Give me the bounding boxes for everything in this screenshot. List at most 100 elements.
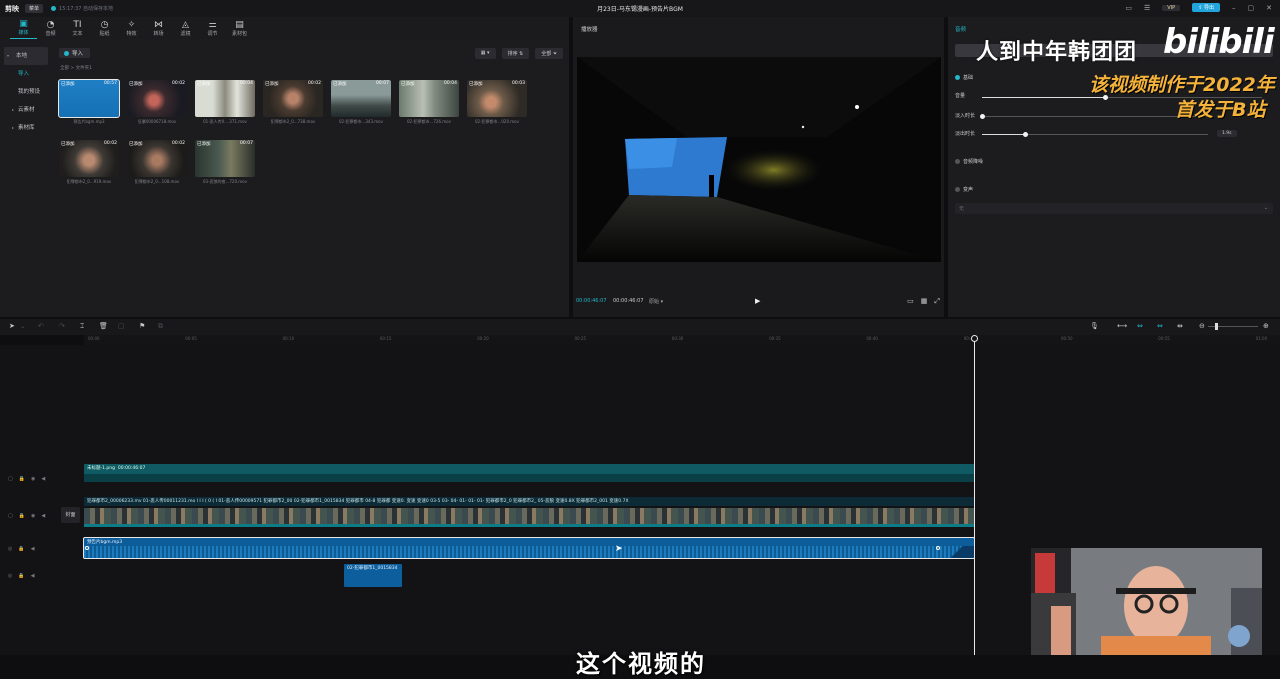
- undo-icon[interactable]: ↶: [38, 322, 44, 330]
- aspect-icon[interactable]: ▦: [921, 297, 928, 306]
- video-preview[interactable]: [577, 57, 941, 262]
- audio-clip[interactable]: 预告片bgm.mp3: [83, 537, 975, 559]
- crop-tool-icon[interactable]: ⧉: [158, 322, 163, 331]
- sidebar-item-presets[interactable]: 我的预设: [0, 83, 52, 101]
- tab-audio[interactable]: 音频: [955, 25, 966, 33]
- fade-out-knob[interactable]: [1022, 132, 1028, 137]
- lock-icon[interactable]: ◎: [8, 546, 12, 552]
- select-tool-icon[interactable]: ➤: [9, 322, 15, 330]
- zoom-slider[interactable]: [1208, 323, 1258, 330]
- media-item[interactable]: 已添加 00:57 预告片bgm.mp3: [58, 79, 120, 128]
- fade-in-handle[interactable]: [85, 546, 89, 550]
- media-item[interactable]: 已添加 00:03 02-犯罪都市...020.mov: [467, 80, 527, 128]
- cover-button[interactable]: 封面: [61, 507, 80, 523]
- basic-section[interactable]: 基础: [955, 74, 973, 81]
- layout-icon[interactable]: ▭: [1125, 4, 1132, 12]
- close-icon[interactable]: ✕: [1266, 4, 1272, 12]
- zoom-in-icon[interactable]: ⊕: [1263, 322, 1269, 330]
- video-clip-labels[interactable]: 犯罪都市2_00006233.mv 01-恶人传00011231.mo I I …: [84, 497, 975, 506]
- denoise-section[interactable]: 音频降噪: [955, 158, 983, 165]
- marker-icon[interactable]: ⚑: [139, 322, 145, 330]
- mute-icon[interactable]: ◀: [31, 546, 35, 552]
- fullscreen-icon[interactable]: ⤢: [934, 297, 940, 306]
- tool-adjust[interactable]: ⚌ 调节: [199, 17, 226, 39]
- media-item[interactable]: 已添加 00:04 01-恶人传0....371.mov: [195, 80, 255, 128]
- playhead[interactable]: [974, 337, 975, 655]
- vip-badge[interactable]: VIP: [1162, 4, 1181, 11]
- lock-icon[interactable]: 🔒: [19, 476, 25, 482]
- ratio-select[interactable]: 原始 ▾: [649, 298, 663, 305]
- redo-icon[interactable]: ↷: [59, 322, 65, 330]
- tool-effects[interactable]: ✧ 特效: [118, 17, 145, 39]
- lock-icon[interactable]: 🔒: [18, 573, 24, 579]
- fade-out-handle[interactable]: [936, 546, 940, 550]
- lock-icon[interactable]: 🔒: [19, 513, 25, 519]
- tool-package[interactable]: ▤ 素材包: [226, 17, 253, 39]
- tool-sticker[interactable]: ◷ 贴纸: [91, 17, 118, 39]
- sidebar-item-library[interactable]: ▸ 素材库: [0, 119, 52, 137]
- delete-icon[interactable]: 🗑: [99, 322, 108, 330]
- media-item[interactable]: 已添加 00:02 犯罪都市2_0...738.mov: [263, 80, 323, 128]
- eye-icon[interactable]: ◉: [31, 513, 35, 519]
- media-duration: 00:02: [172, 141, 185, 146]
- media-item[interactable]: 已添加 00:07 02-犯罪都市...343.mov: [331, 80, 391, 128]
- eye-icon[interactable]: ◉: [31, 476, 35, 482]
- zoom-knob[interactable]: [1215, 323, 1218, 330]
- bilibili-logo: bilibili: [1163, 22, 1275, 62]
- title-bar: 剪映 菜单 15:17:37 自动保存本地 月23日-马东锡漫画-预告片BGM …: [0, 0, 1280, 17]
- microphone-icon[interactable]: 🎙: [1090, 322, 1099, 330]
- fade-in-knob[interactable]: [980, 114, 985, 119]
- sort-button[interactable]: 排序 ⇅: [501, 48, 530, 59]
- secondary-audio-clip[interactable]: 02-犯罪都市1_0015834: [344, 564, 402, 587]
- media-name: 02-犯罪都市...020.mov: [475, 119, 519, 124]
- mute-icon[interactable]: ◀: [41, 513, 45, 519]
- tool-audio[interactable]: ◔ 音频: [37, 17, 64, 39]
- text-clip[interactable]: 未标题-1.png 00:00:46:07: [84, 464, 975, 474]
- sidebar-item-import[interactable]: 导入: [0, 65, 52, 83]
- minimize-icon[interactable]: –: [1232, 4, 1236, 12]
- snap-icon[interactable]: ⇔: [1157, 322, 1163, 330]
- time-ruler[interactable]: 00:00 00:05 00:10 00:15 00:20 00:25 00:30 00:35…: [84, 335, 1280, 345]
- volume-label: 音量: [955, 93, 966, 99]
- maximize-icon[interactable]: ▢: [1248, 4, 1255, 12]
- fade-out-slider[interactable]: [982, 132, 1208, 137]
- lock-icon[interactable]: 🔒: [18, 546, 24, 552]
- video-clip-strip[interactable]: [84, 508, 975, 524]
- filter-button[interactable]: 全部 ⏷: [535, 48, 563, 59]
- tool-transition[interactable]: ⋈ 转场: [145, 17, 172, 39]
- sidebar-item-local[interactable]: ▾ 本地: [4, 47, 48, 65]
- preview-axis-icon[interactable]: ⇹: [1177, 322, 1183, 330]
- lock-icon[interactable]: ◎: [8, 573, 12, 579]
- tool-media[interactable]: ▣ 媒体: [10, 17, 37, 39]
- media-item[interactable]: 已添加 00:02 犯罪都市2_0...108.mov: [127, 140, 187, 188]
- view-toggle-button[interactable]: ▦ ▾: [474, 48, 496, 59]
- crop-icon[interactable]: ▭: [907, 297, 914, 306]
- media-item[interactable]: 已添加 00:07 03-恶狼的夜...720.mov: [195, 140, 255, 188]
- freeze-icon[interactable]: ▢: [118, 322, 125, 330]
- fade-out-value[interactable]: 1.9s: [1217, 130, 1237, 137]
- link-icon[interactable]: ⟷: [1117, 322, 1127, 330]
- tool-label: 滤镜: [180, 30, 191, 37]
- playhead-handle[interactable]: [971, 335, 978, 342]
- mute-icon[interactable]: ◀: [31, 573, 35, 579]
- menu-button[interactable]: 菜单: [25, 4, 44, 13]
- play-icon[interactable]: ▶: [755, 297, 760, 305]
- export-button[interactable]: ⇪ 导出: [1192, 3, 1220, 12]
- import-folder-chip[interactable]: 导入: [59, 48, 91, 58]
- media-item[interactable]: 已添加 00:04 02-犯罪都市...726.mov: [399, 80, 459, 128]
- settings-icon[interactable]: ☰: [1144, 4, 1150, 12]
- media-item[interactable]: 已添加 00:02 犯罪都市2_0...919.mov: [59, 140, 119, 188]
- lock-icon[interactable]: ▢: [8, 476, 13, 482]
- voice-change-section[interactable]: 变声: [955, 186, 973, 193]
- zoom-out-icon[interactable]: ⊖: [1199, 322, 1205, 330]
- tool-filter[interactable]: ◬ 滤镜: [172, 17, 199, 39]
- sidebar-item-cloud[interactable]: ▸ 云素材: [0, 101, 52, 119]
- media-item[interactable]: 已添加 00:02 狂暴00006718.mov: [127, 80, 187, 128]
- split-icon[interactable]: ⌶: [80, 322, 84, 331]
- mute-icon[interactable]: ◀: [41, 476, 45, 482]
- tool-text[interactable]: TI 文本: [64, 17, 91, 39]
- chevron-down-icon[interactable]: ⌄: [20, 322, 26, 330]
- magnet-icon[interactable]: ⇔: [1137, 322, 1143, 330]
- voice-select[interactable]: 无 ⌄: [955, 203, 1273, 214]
- lock-icon[interactable]: ▢: [8, 513, 13, 519]
